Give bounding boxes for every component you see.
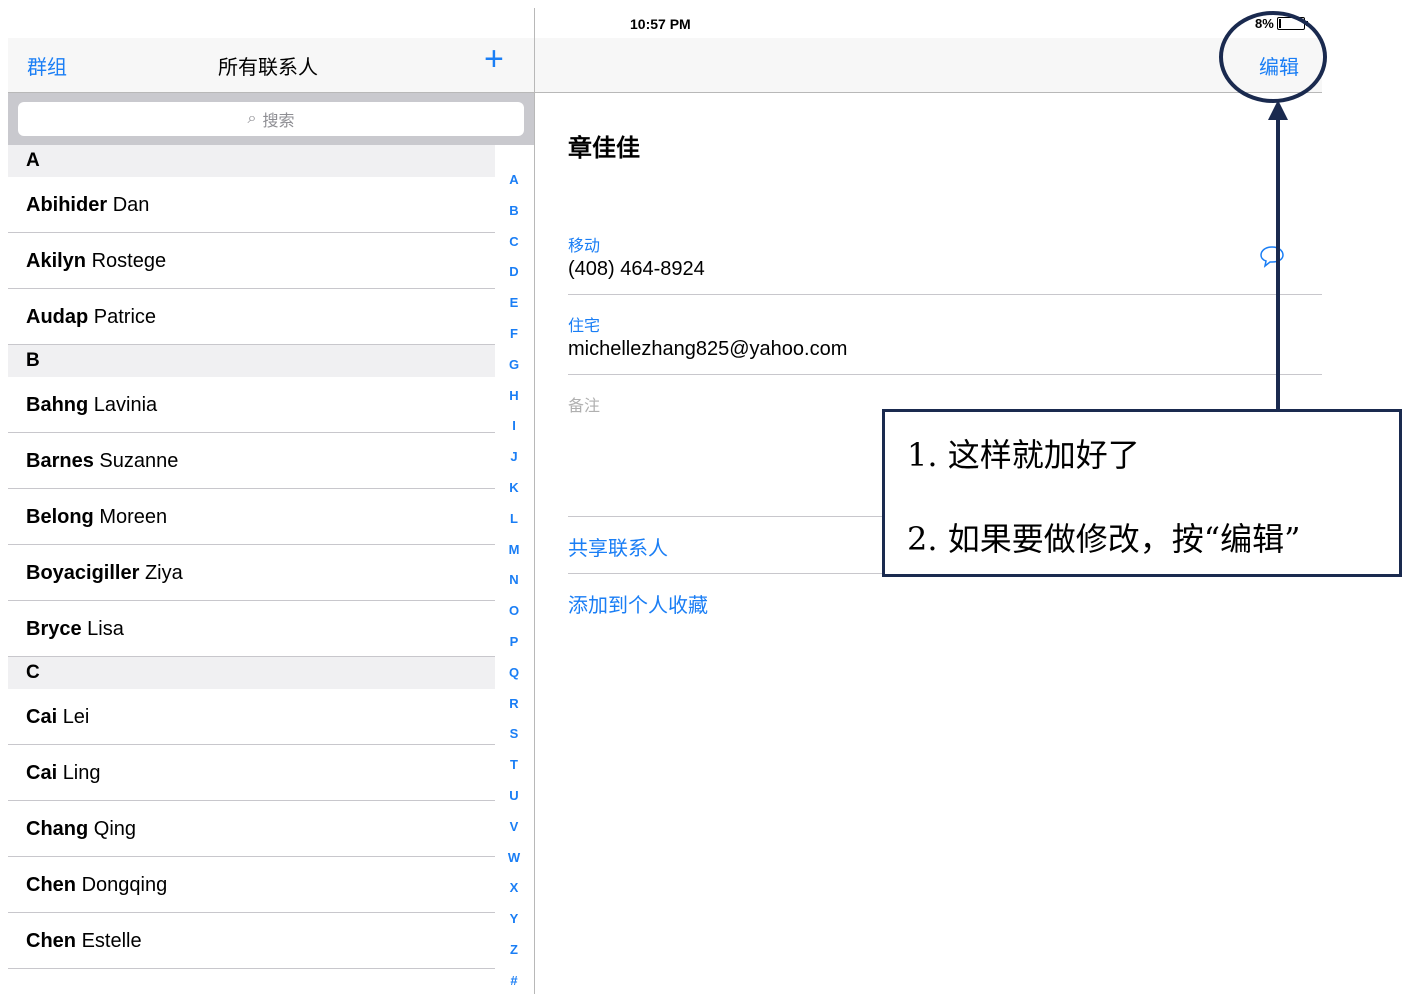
contact-last-name: Bahng <box>26 394 89 416</box>
index-letter[interactable]: U <box>506 781 522 812</box>
list-title: 所有联系人 <box>218 57 318 79</box>
groups-button[interactable]: 群组 <box>27 51 67 80</box>
search-icon: ⌕ <box>247 110 257 127</box>
index-letter[interactable]: # <box>506 966 522 997</box>
contact-first-name: Estelle <box>81 930 142 952</box>
index-letter[interactable]: I <box>506 411 522 442</box>
contact-last-name: Chen <box>26 930 76 952</box>
index-letter[interactable]: D <box>506 257 522 288</box>
add-to-favorites-button[interactable]: 添加到个人收藏 <box>568 589 708 618</box>
index-letter[interactable]: R <box>506 689 522 720</box>
home-label: 住宅 <box>568 318 601 335</box>
index-letter[interactable]: O <box>506 596 522 627</box>
annotation-circle <box>1219 11 1327 103</box>
contact-first-name: Ziya <box>144 562 183 584</box>
contact-first-name: Dan <box>112 194 150 216</box>
annotation-arrow <box>1276 118 1280 410</box>
email-address[interactable]: michellezhang825@yahoo.com <box>568 338 847 361</box>
index-letter[interactable]: K <box>506 473 522 504</box>
annotation-line-1: 1. 这样就加好了 <box>907 436 1140 474</box>
index-letter[interactable]: M <box>506 535 522 566</box>
index-letter[interactable]: A <box>506 165 522 196</box>
index-letter[interactable]: W <box>506 843 522 874</box>
contact-last-name: Boyacigiller <box>26 562 140 584</box>
contact-row[interactable]: Cai Lei <box>8 689 495 745</box>
contact-row[interactable]: Barnes Suzanne <box>8 433 495 489</box>
contact-first-name: Suzanne <box>99 450 179 472</box>
index-letter[interactable]: N <box>506 565 522 596</box>
section-index[interactable]: A B C D E F G H I J K L M N O P Q R S T U V W X Y Z # <box>506 165 522 997</box>
index-letter[interactable]: C <box>506 227 522 258</box>
contact-list: A Abihider Dan Akilyn Rostege Audap Patrice… <box>8 145 495 969</box>
share-contact-button[interactable]: 共享联系人 <box>568 532 668 561</box>
add-contact-button[interactable]: + <box>484 42 504 76</box>
contact-name: 章佳佳 <box>568 135 640 162</box>
mobile-number[interactable]: (408) 464-8924 <box>568 258 705 281</box>
split-divider <box>534 8 535 994</box>
status-time: 10:57 PM <box>630 16 691 32</box>
contact-last-name: Cai <box>26 706 58 728</box>
search-bar: ⌕ 搜索 <box>8 93 534 145</box>
contact-first-name: Lisa <box>87 618 124 640</box>
message-icon[interactable] <box>1258 242 1286 270</box>
contact-first-name: Moreen <box>99 506 168 528</box>
contact-row[interactable]: Bahng Lavinia <box>8 377 495 433</box>
contact-first-name: Lavinia <box>93 394 158 416</box>
index-letter[interactable]: F <box>506 319 522 350</box>
list-nav-bar: 群组 所有联系人 + <box>8 38 534 93</box>
field-divider <box>568 374 1322 375</box>
contact-first-name: Dongqing <box>81 874 168 896</box>
contact-row[interactable]: Audap Patrice <box>8 289 495 345</box>
field-divider <box>568 294 1322 295</box>
index-letter[interactable]: V <box>506 812 522 843</box>
contact-first-name: Rostege <box>91 250 167 272</box>
index-letter[interactable]: Q <box>506 658 522 689</box>
index-letter[interactable]: P <box>506 627 522 658</box>
detail-nav-bar: 编辑 <box>535 38 1322 93</box>
contact-last-name: Chang <box>26 818 89 840</box>
contact-row[interactable]: Bryce Lisa <box>8 601 495 657</box>
contact-row[interactable]: Chang Qing <box>8 801 495 857</box>
annotation-line-2: 2. 如果要做修改，按“编辑” <box>907 520 1301 558</box>
index-letter[interactable]: B <box>506 196 522 227</box>
contacts-list-panel: 群组 所有联系人 + ⌕ 搜索 A Abihider Dan Akilyn Rost… <box>8 8 534 994</box>
contact-last-name: Bryce <box>26 618 82 640</box>
contact-row[interactable]: Abihider Dan <box>8 177 495 233</box>
annotation-arrowhead <box>1268 100 1288 120</box>
annotation-callout: 1. 这样就加好了 2. 如果要做修改，按“编辑” <box>882 409 1402 577</box>
index-letter[interactable]: J <box>506 442 522 473</box>
section-header: B <box>8 345 495 377</box>
contact-last-name: Barnes <box>26 450 94 472</box>
contact-row[interactable]: Belong Moreen <box>8 489 495 545</box>
contact-first-name: Patrice <box>93 306 157 328</box>
contact-last-name: Akilyn <box>26 250 87 272</box>
section-header: C <box>8 657 495 689</box>
index-letter[interactable]: Z <box>506 935 522 966</box>
section-header: A <box>8 145 495 177</box>
mobile-label: 移动 <box>568 238 601 255</box>
contact-row[interactable]: Cai Ling <box>8 745 495 801</box>
contact-row[interactable]: Chen Dongqing <box>8 857 495 913</box>
index-letter[interactable]: H <box>506 381 522 412</box>
index-letter[interactable]: S <box>506 719 522 750</box>
contact-first-name: Qing <box>93 818 137 840</box>
index-letter[interactable]: G <box>506 350 522 381</box>
contact-first-name: Lei <box>62 706 90 728</box>
contact-row[interactable]: Boyacigiller Ziya <box>8 545 495 601</box>
notes-label[interactable]: 备注 <box>568 392 600 416</box>
contact-last-name: Audap <box>26 306 89 328</box>
contact-row[interactable]: Akilyn Rostege <box>8 233 495 289</box>
contact-row[interactable]: Chen Estelle <box>8 913 495 969</box>
index-letter[interactable]: L <box>506 504 522 535</box>
contact-last-name: Chen <box>26 874 76 896</box>
search-input[interactable]: ⌕ 搜索 <box>18 102 524 136</box>
contact-last-name: Abihider <box>26 194 108 216</box>
contact-last-name: Cai <box>26 762 58 784</box>
index-letter[interactable]: Y <box>506 904 522 935</box>
contact-last-name: Belong <box>26 506 94 528</box>
contact-first-name: Ling <box>62 762 101 784</box>
index-letter[interactable]: E <box>506 288 522 319</box>
index-letter[interactable]: X <box>506 873 522 904</box>
index-letter[interactable]: T <box>506 750 522 781</box>
